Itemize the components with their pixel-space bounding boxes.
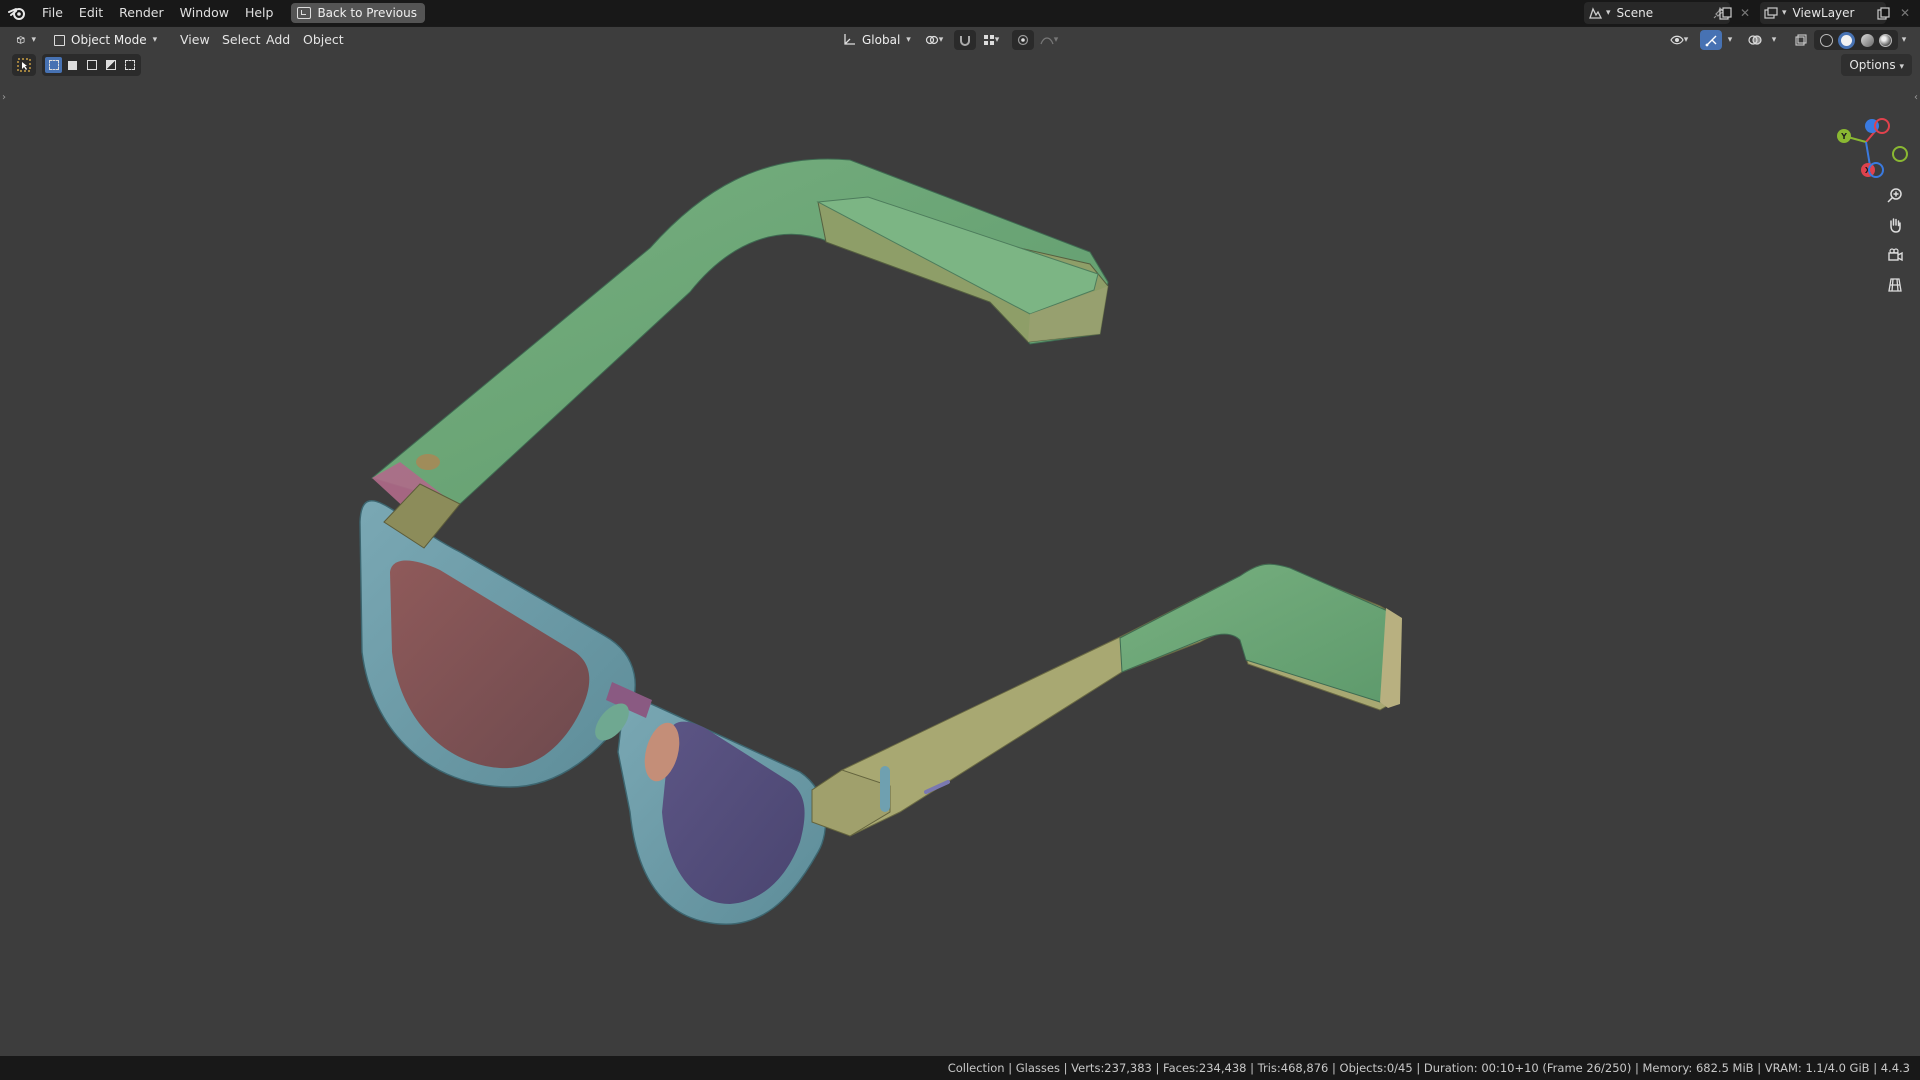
gizmo-toggle[interactable]	[1700, 30, 1722, 50]
menu-edit[interactable]: Edit	[71, 2, 111, 24]
solid-shading-icon[interactable]	[1838, 31, 1856, 49]
select-mode-difference-icon[interactable]	[102, 57, 119, 73]
blender-logo-icon[interactable]	[0, 0, 34, 26]
new-scene-icon[interactable]	[1714, 2, 1736, 24]
menu-render[interactable]: Render	[111, 2, 172, 24]
select-mode-extend-icon[interactable]	[64, 57, 81, 73]
view-layer-name[interactable]: ViewLayer	[1787, 6, 1861, 20]
xray-icon	[1795, 34, 1807, 46]
falloff-selector[interactable]: ▾	[1034, 30, 1064, 50]
pan-button[interactable]	[1882, 212, 1908, 238]
toolbar-expand-arrow-icon[interactable]: ›	[2, 92, 6, 103]
overlays-toggle[interactable]	[1744, 30, 1766, 50]
scene-selector[interactable]: ▾ Scene	[1584, 2, 1730, 24]
camera-icon	[1888, 248, 1903, 262]
svg-text:Y: Y	[1840, 132, 1847, 141]
select-box-cursor-icon	[17, 58, 31, 72]
overlays-caret-icon[interactable]: ▾	[1766, 30, 1782, 50]
select-mode-subtract-icon[interactable]	[83, 57, 100, 73]
rendered-shading-icon[interactable]	[1879, 33, 1893, 47]
snap-toggle[interactable]	[954, 30, 976, 50]
back-to-previous-label: Back to Previous	[317, 6, 417, 20]
orientation-axes-icon	[844, 34, 855, 45]
back-icon	[297, 7, 312, 19]
menu-help[interactable]: Help	[237, 2, 282, 24]
sidebar-expand-arrow-icon[interactable]: ‹	[1914, 92, 1918, 103]
menu-file[interactable]: File	[34, 2, 71, 24]
shading-mode-group	[1814, 30, 1898, 50]
pivot-icon	[925, 35, 938, 45]
3d-viewport-icon	[16, 36, 25, 44]
falloff-caret-icon: ▾	[1053, 35, 1059, 45]
options-caret-icon: ▾	[1899, 62, 1904, 72]
editor-type-caret-icon: ▾	[31, 35, 36, 45]
select-mode-intersect-icon[interactable]	[121, 57, 138, 73]
camera-view-button[interactable]	[1882, 242, 1908, 268]
material-shading-icon[interactable]	[1860, 33, 1874, 47]
tool-settings-row	[12, 54, 141, 76]
magnet-icon	[960, 36, 970, 46]
orientation-caret-icon: ▾	[906, 35, 911, 45]
transform-orientation-selector[interactable]: Global ▾	[836, 30, 917, 50]
delete-view-layer-icon[interactable]: ✕	[1894, 2, 1916, 24]
status-bar-stats: Collection | Glasses | Verts:237,383 | F…	[947, 1061, 1910, 1075]
near-temple-arm[interactable]	[811, 563, 1402, 837]
zoom-button[interactable]	[1882, 182, 1908, 208]
selection-mode-group	[42, 54, 141, 76]
orthographic-toggle-button[interactable]	[1882, 272, 1908, 298]
status-bar: Collection | Glasses | Verts:237,383 | F…	[0, 1056, 1920, 1080]
snap-grid-icon	[983, 35, 994, 45]
menu-view[interactable]: View	[174, 30, 216, 50]
mode-label: Object Mode	[71, 33, 147, 47]
navigation-gizmo[interactable]: Y X	[1822, 96, 1912, 186]
glasses-model[interactable]	[0, 52, 1920, 1056]
orientation-label: Global	[862, 33, 901, 47]
menu-window[interactable]: Window	[172, 2, 237, 24]
editor-type-selector[interactable]: ▾	[10, 30, 42, 50]
viewport-header: ▾ Object Mode ▾ View Select Add Object G…	[0, 26, 1920, 52]
snap-target-selector[interactable]: ▾	[976, 30, 1006, 50]
options-dropdown[interactable]: Options ▾	[1841, 54, 1912, 76]
menu-select[interactable]: Select	[216, 30, 267, 50]
top-menu-bar: File Edit Render Window Help Back to Pre…	[0, 0, 1920, 26]
view-layer-icon[interactable]	[1760, 2, 1782, 24]
gizmo-y-neg-icon[interactable]	[1892, 146, 1908, 162]
far-temple-arm[interactable]	[370, 158, 1109, 522]
zoom-icon	[1887, 188, 1902, 203]
pivot-caret-icon: ▾	[938, 35, 944, 45]
xray-toggle[interactable]	[1790, 30, 1812, 50]
mode-caret-icon: ▾	[152, 35, 158, 45]
object-mode-icon	[54, 34, 65, 46]
menu-add[interactable]: Add	[260, 30, 296, 50]
visibility-selector[interactable]: ▾	[1664, 30, 1694, 50]
active-tool-button[interactable]	[12, 54, 36, 76]
menu-object[interactable]: Object	[297, 30, 350, 50]
view-layer-selector[interactable]: ▾ ViewLayer	[1760, 2, 1886, 24]
frame-front[interactable]	[359, 500, 827, 925]
scene-name[interactable]: Scene	[1611, 6, 1708, 20]
hand-pan-icon	[1890, 218, 1901, 233]
snap-caret-icon: ▾	[994, 35, 1000, 45]
eye-icon	[1670, 35, 1684, 45]
new-view-layer-icon[interactable]	[1872, 2, 1894, 24]
back-to-previous-button[interactable]: Back to Previous	[291, 3, 425, 23]
grid-ortho-icon	[1888, 278, 1902, 292]
overlays-icon	[1748, 35, 1762, 45]
3d-viewport[interactable]: Options ▾ › ‹ Y X	[0, 52, 1920, 1056]
gizmo-icon	[1705, 35, 1716, 46]
delete-scene-icon[interactable]: ✕	[1734, 2, 1756, 24]
proportional-edit-icon	[1017, 34, 1029, 46]
options-label: Options	[1849, 58, 1896, 72]
visibility-caret-icon: ▾	[1683, 35, 1689, 45]
select-mode-set-icon[interactable]	[45, 57, 62, 73]
gizmo-caret-icon[interactable]: ▾	[1722, 30, 1738, 50]
scene-icon[interactable]	[1584, 2, 1606, 24]
pivot-point-selector[interactable]: ▾	[918, 30, 950, 50]
falloff-curve-icon	[1040, 37, 1054, 45]
proportional-edit-toggle[interactable]	[1012, 30, 1034, 50]
mode-selector[interactable]: Object Mode ▾	[48, 30, 163, 50]
wireframe-shading-icon[interactable]	[1819, 33, 1833, 47]
shading-caret-icon[interactable]: ▾	[1896, 30, 1912, 50]
